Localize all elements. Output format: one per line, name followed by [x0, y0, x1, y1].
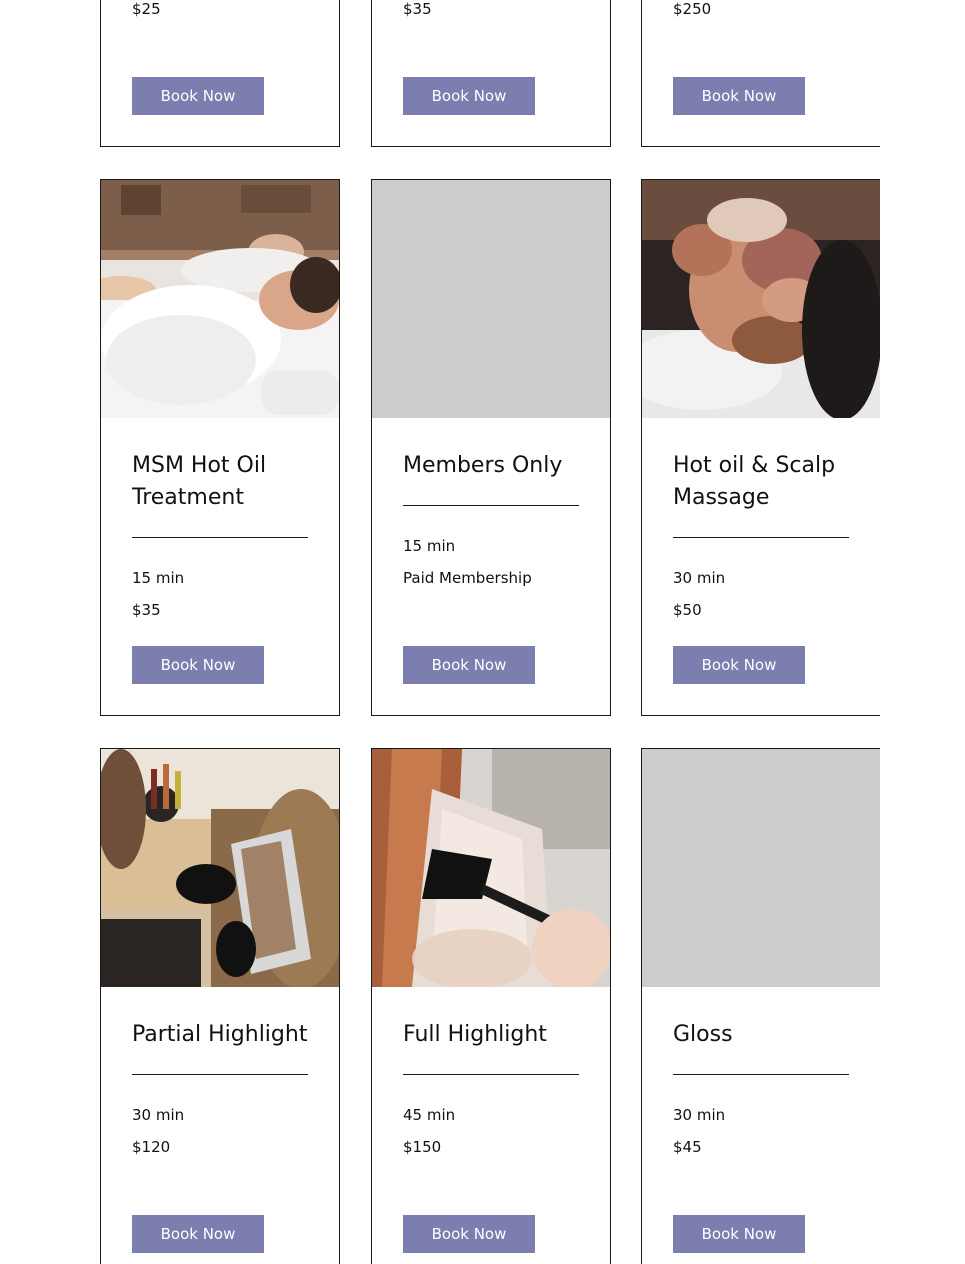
- service-image[interactable]: [642, 180, 880, 418]
- service-duration: 30 min: [132, 1106, 185, 1124]
- service-duration: 15 min: [403, 537, 456, 555]
- service-title: Full Highlight: [403, 1022, 547, 1047]
- service-image-placeholder[interactable]: [372, 180, 610, 418]
- service-price: $120: [132, 1138, 171, 1156]
- divider: [403, 505, 579, 506]
- service-card: $250 Book Now: [641, 0, 880, 147]
- divider: [673, 537, 849, 538]
- service-image[interactable]: [372, 749, 610, 987]
- service-card: Members Only 15 min Paid Membership Book…: [371, 179, 611, 716]
- service-price: $35: [132, 601, 161, 619]
- service-price: $25: [132, 0, 161, 18]
- service-price: $50: [673, 601, 702, 619]
- service-price: $35: [403, 0, 432, 18]
- book-now-button[interactable]: Book Now: [132, 77, 264, 115]
- service-title: Partial Highlight: [132, 1022, 308, 1047]
- service-duration: 30 min: [673, 1106, 726, 1124]
- service-duration: 15 min: [132, 569, 185, 587]
- service-price: $250: [673, 0, 712, 18]
- service-card: Gloss 30 min $45 Book Now: [641, 748, 880, 1264]
- book-now-button[interactable]: Book Now: [132, 1215, 264, 1253]
- service-title: Members Only: [403, 453, 563, 478]
- service-title: MSM Hot Oil Treatment: [132, 453, 267, 510]
- service-card: Hot oil & Scalp Massage 30 min $50 Book …: [641, 179, 880, 716]
- spa-robes-photo: [101, 180, 339, 418]
- service-duration: 30 min: [673, 569, 726, 587]
- highlight-foil-photo: [101, 749, 339, 987]
- book-now-button[interactable]: Book Now: [673, 77, 805, 115]
- service-title: Hot oil & Scalp Massage: [673, 453, 836, 510]
- divider: [403, 1074, 579, 1075]
- services-page: $25 Book Now $35 Book Now $250 Book Now: [0, 0, 965, 1264]
- service-card: $35 Book Now: [371, 0, 611, 147]
- book-now-button[interactable]: Book Now: [403, 1215, 535, 1253]
- book-now-button[interactable]: Book Now: [132, 646, 264, 684]
- scalp-massage-photo: [642, 180, 880, 418]
- book-now-button[interactable]: Book Now: [673, 1215, 805, 1253]
- service-card: MSM Hot Oil Treatment 15 min $35 Book No…: [100, 179, 340, 716]
- service-image[interactable]: [101, 749, 339, 987]
- service-price: $45: [673, 1138, 702, 1156]
- service-card: $25 Book Now: [100, 0, 340, 147]
- service-image-placeholder[interactable]: [642, 749, 880, 987]
- service-price: Paid Membership: [403, 569, 532, 587]
- service-duration: 45 min: [403, 1106, 456, 1124]
- book-now-button[interactable]: Book Now: [403, 646, 535, 684]
- service-image[interactable]: [101, 180, 339, 418]
- divider: [673, 1074, 849, 1075]
- service-price: $150: [403, 1138, 442, 1156]
- service-title: Gloss: [673, 1022, 733, 1047]
- book-now-button[interactable]: Book Now: [673, 646, 805, 684]
- divider: [132, 1074, 308, 1075]
- divider: [132, 537, 308, 538]
- service-card: Partial Highlight 30 min $120 Book Now: [100, 748, 340, 1264]
- service-card: Full Highlight 45 min $150 Book Now: [371, 748, 611, 1264]
- color-brush-photo: [372, 749, 610, 987]
- book-now-button[interactable]: Book Now: [403, 77, 535, 115]
